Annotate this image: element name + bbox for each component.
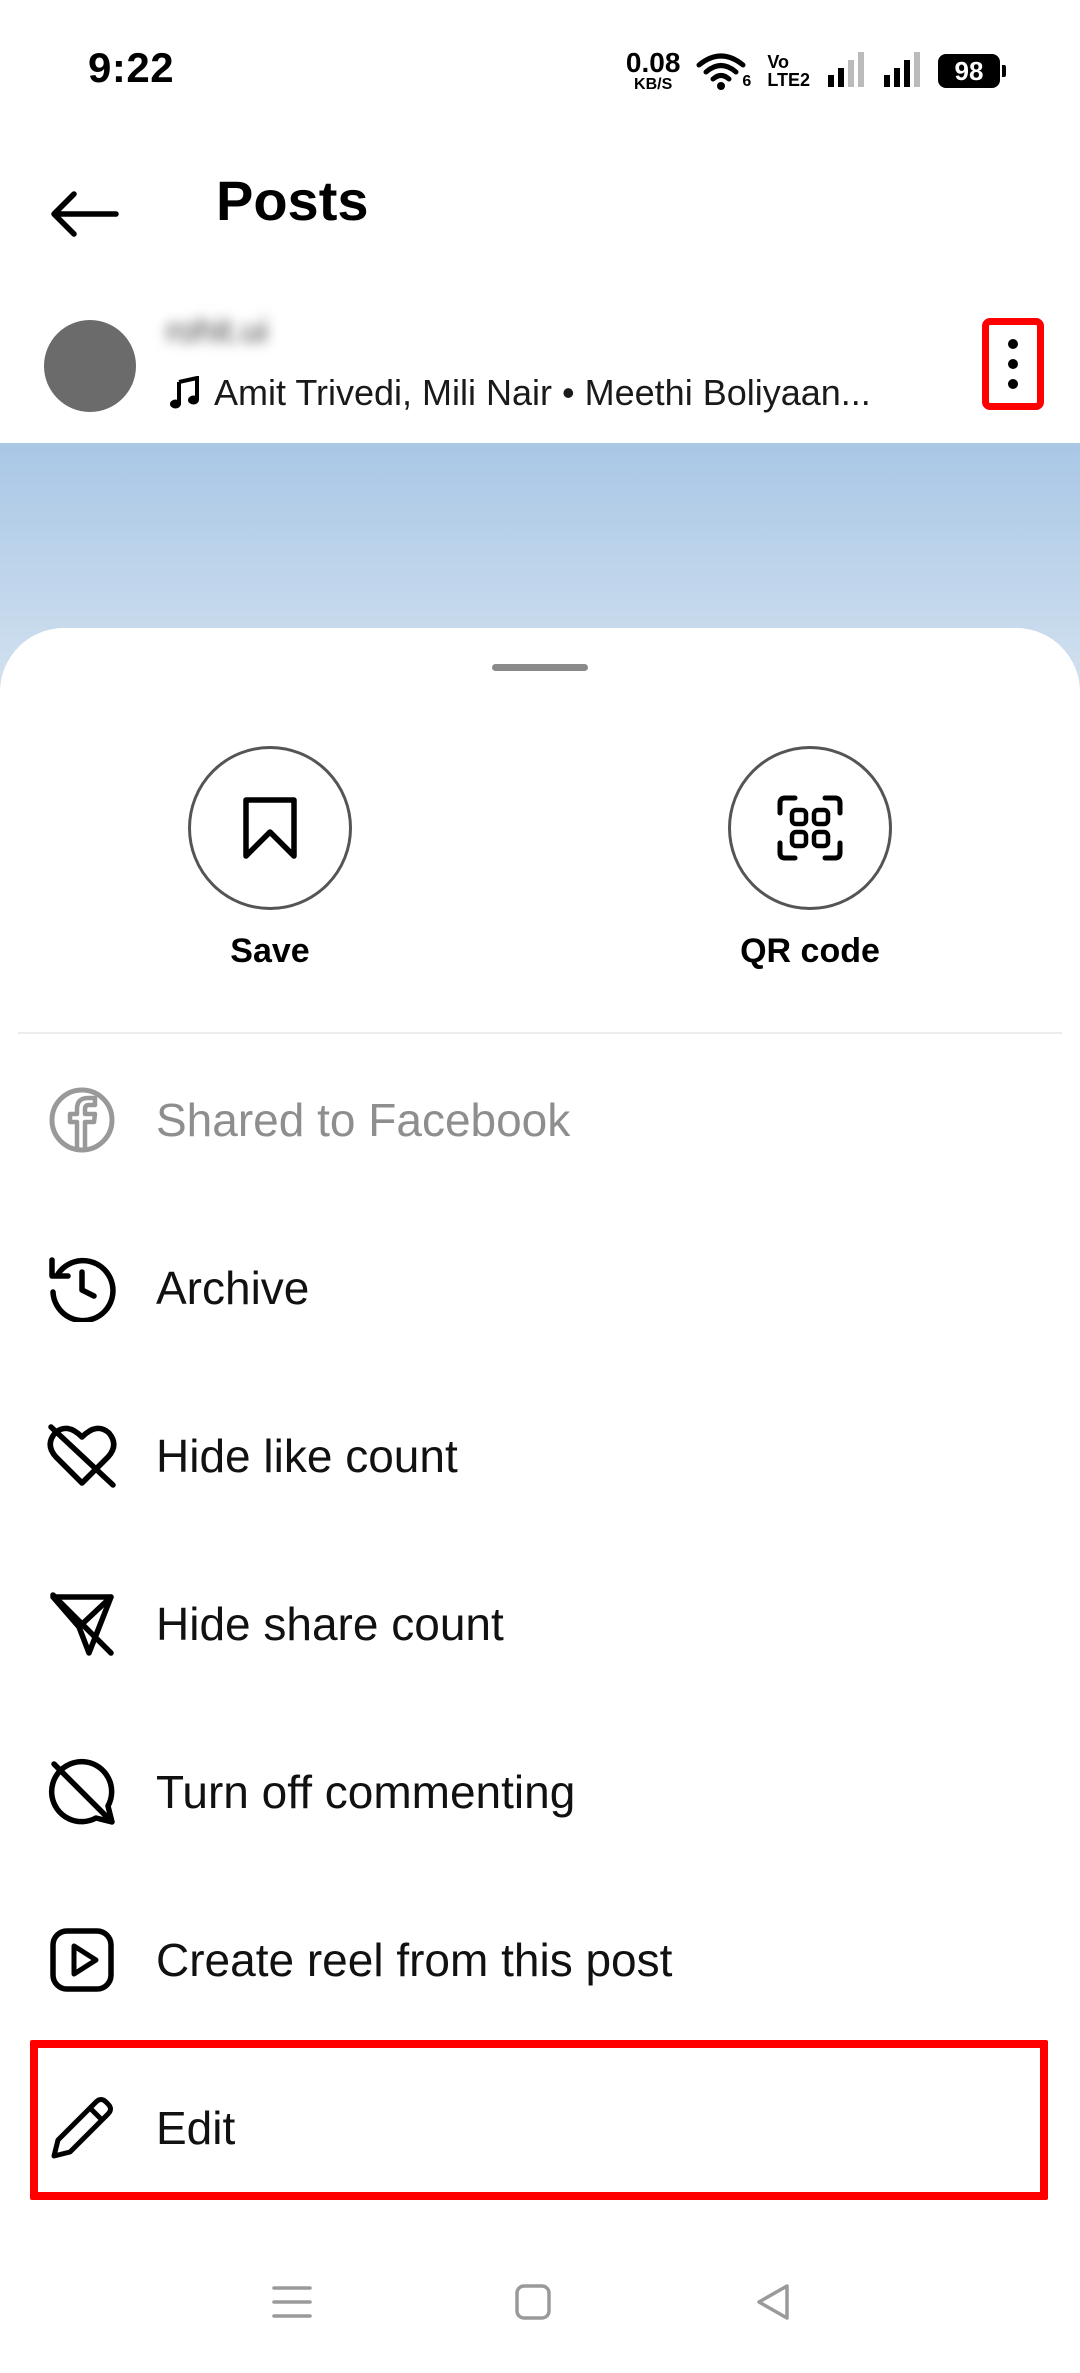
heart-off-icon xyxy=(46,1420,118,1492)
edit-highlight-box xyxy=(30,2040,1048,2200)
status-icons: 0.08 KB/S 6 Vo LTE2 98 xyxy=(626,46,1006,96)
page-title: Posts xyxy=(216,169,369,232)
nav-menu-button[interactable] xyxy=(262,2272,322,2332)
menu-label-hide-share-count: Hide share count xyxy=(156,1598,504,1650)
menu-item-hide-like-count[interactable]: Hide like count xyxy=(0,1372,1080,1540)
arrow-left-icon xyxy=(51,191,119,237)
menu-label-hide-like-count: Hide like count xyxy=(156,1430,458,1482)
more-options-button[interactable] xyxy=(982,318,1044,410)
home-square-icon xyxy=(515,2284,551,2320)
menu-item-shared-to-facebook[interactable]: Shared to Facebook xyxy=(0,1036,1080,1204)
drag-handle[interactable] xyxy=(492,664,588,671)
back-button[interactable] xyxy=(44,174,124,254)
menu-label-archive: Archive xyxy=(156,1262,310,1314)
battery-indicator: 98 xyxy=(938,54,1006,88)
nav-home-button[interactable] xyxy=(503,2272,563,2332)
save-circle xyxy=(188,746,352,910)
qr-code-button[interactable]: QR code xyxy=(725,746,895,971)
sheet-divider xyxy=(18,1032,1062,1034)
menu-label-shared-to-facebook: Shared to Facebook xyxy=(156,1094,571,1146)
avatar[interactable] xyxy=(44,320,136,412)
save-button[interactable]: Save xyxy=(185,746,355,971)
post-username[interactable]: rohit.ui xyxy=(166,312,268,351)
app-header: Posts xyxy=(0,140,1080,270)
network-speed-value: 0.08 xyxy=(625,47,681,78)
status-bar: 9:22 0.08 KB/S 6 Vo LTE2 98 xyxy=(0,0,1080,140)
menu-item-turn-off-commenting[interactable]: Turn off commenting xyxy=(0,1708,1080,1876)
nav-back-button[interactable] xyxy=(742,2272,802,2332)
volte-top: Vo xyxy=(767,52,789,72)
menu-label-create-reel: Create reel from this post xyxy=(156,1934,673,1986)
menu-label-turn-off-commenting: Turn off commenting xyxy=(156,1766,576,1818)
post-audio-text: Amit Trivedi, Mili Nair • Meethi Boliyaa… xyxy=(214,372,871,413)
menu-item-create-reel[interactable]: Create reel from this post xyxy=(0,1876,1080,2044)
posts-screen: 9:22 0.08 KB/S 6 Vo LTE2 98 Posts rohit.… xyxy=(0,0,1080,2373)
qr-code-circle xyxy=(728,746,892,910)
qr-code-icon xyxy=(777,795,843,861)
signal-icon-sim2 xyxy=(882,51,922,92)
signal-icon-sim1 xyxy=(826,51,866,92)
wifi-badge: 6 xyxy=(742,73,752,90)
menu-item-hide-share-count[interactable]: Hide share count xyxy=(0,1540,1080,1708)
post-audio[interactable]: Amit Trivedi, Mili Nair • Meethi Boliyaa… xyxy=(170,372,871,414)
reel-play-icon xyxy=(46,1924,118,1996)
volte-bottom: LTE2 xyxy=(767,70,810,90)
share-off-icon xyxy=(46,1588,118,1660)
network-speed: 0.08 KB/S xyxy=(626,49,681,93)
volte-indicator: Vo LTE2 xyxy=(767,53,810,89)
post-header: rohit.ui Amit Trivedi, Mili Nair • Meeth… xyxy=(0,290,1080,440)
status-time: 9:22 xyxy=(88,44,175,91)
music-note-icon xyxy=(170,376,199,409)
facebook-icon xyxy=(46,1084,118,1156)
comment-off-icon xyxy=(46,1756,118,1828)
network-speed-unit: KB/S xyxy=(634,76,673,93)
archive-history-icon xyxy=(46,1252,118,1324)
menu-item-archive[interactable]: Archive xyxy=(0,1204,1080,1372)
wifi-icon: 6 xyxy=(696,51,751,91)
qr-code-label: QR code xyxy=(740,932,880,970)
menu-lines-icon xyxy=(272,2286,312,2318)
options-bottom-sheet: Save QR code Shared to Facebook Archive … xyxy=(0,628,1080,2373)
bookmark-icon xyxy=(243,797,297,859)
more-vertical-icon xyxy=(1008,339,1018,389)
system-nav-bar xyxy=(0,2232,1080,2373)
back-triangle-icon xyxy=(757,2284,789,2320)
save-label: Save xyxy=(230,932,310,970)
